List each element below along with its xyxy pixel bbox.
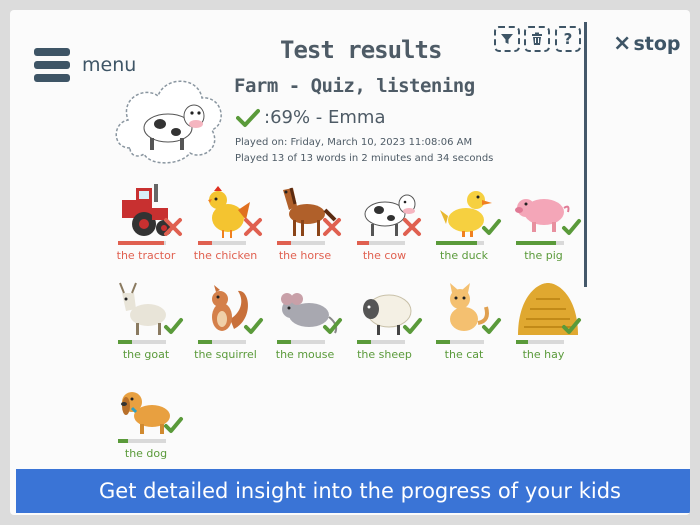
score-row: :69% - Emma <box>236 107 385 128</box>
delete-button[interactable] <box>524 26 550 52</box>
result-item: the cat <box>432 279 504 369</box>
result-item: the chicken <box>194 180 266 270</box>
checkmark-icon <box>482 318 501 334</box>
cow-icon <box>364 194 421 236</box>
cross-icon <box>402 218 421 236</box>
mouse-icon <box>281 293 342 334</box>
result-word: the cat <box>444 348 484 361</box>
result-item: the sheep <box>353 279 425 369</box>
result-word: the mouse <box>275 348 335 361</box>
dog-icon <box>121 392 183 434</box>
result-item: the goat <box>114 279 186 369</box>
result-word: the cow <box>362 249 407 262</box>
page-title: Test results <box>280 36 442 64</box>
result-word: the sheep <box>357 348 412 361</box>
duck-icon <box>440 191 501 237</box>
played-on: Played on: Friday, March 10, 2023 11:08:… <box>235 137 473 148</box>
score-bar <box>197 340 246 344</box>
score-bar <box>197 241 246 245</box>
goat-icon <box>119 282 183 335</box>
cat-icon <box>450 283 501 334</box>
filter-icon <box>501 34 513 44</box>
result-word: the goat <box>122 348 170 361</box>
result-word: the pig <box>524 249 563 262</box>
result-word: the chicken <box>193 249 258 262</box>
result-item: the cow <box>353 180 425 270</box>
cross-icon <box>323 218 341 236</box>
played-count: Played 13 of 13 words in 2 minutes and 3… <box>235 153 494 164</box>
checkmark-icon <box>561 219 581 235</box>
score-bar <box>436 340 484 344</box>
score-bar <box>356 241 405 245</box>
checkmark-icon <box>243 318 263 334</box>
result-item: the dog <box>114 378 186 468</box>
close-icon: × <box>613 31 632 56</box>
results-screen: menu Test results ? × stop Farm - Quiz, … <box>10 10 690 515</box>
score-bar <box>436 241 484 245</box>
checkmark-icon <box>164 417 183 433</box>
cow-icon <box>115 80 222 164</box>
checkmark-icon <box>236 108 260 127</box>
result-word: the duck <box>440 249 488 262</box>
score-text: :69% - Emma <box>264 107 386 128</box>
score-bar <box>118 340 166 344</box>
score-bar <box>356 340 405 344</box>
filter-button[interactable] <box>494 26 520 52</box>
checkmark-icon <box>402 318 422 334</box>
score-bar <box>118 241 166 245</box>
score-bar <box>118 439 166 443</box>
result-word: the hay <box>522 348 565 361</box>
squirrel-icon <box>211 285 263 334</box>
checkmark-icon <box>482 219 501 235</box>
horse-icon <box>283 187 341 236</box>
hamburger-icon <box>34 48 70 82</box>
result-item: the duck <box>432 180 504 270</box>
result-word: the tractor <box>116 249 176 262</box>
help-icon: ? <box>563 30 573 48</box>
score-bar <box>277 340 325 344</box>
result-item: the hay <box>512 279 584 369</box>
help-button[interactable]: ? <box>555 26 581 52</box>
stop-label: stop <box>633 32 681 55</box>
hay-icon <box>517 283 581 335</box>
score-bar <box>515 241 564 245</box>
checkmark-icon <box>164 318 183 334</box>
tractor-icon <box>122 184 182 236</box>
score-bar <box>277 241 325 245</box>
result-item: the squirrel <box>194 279 266 369</box>
cross-icon <box>243 218 262 236</box>
chicken-icon <box>207 186 262 238</box>
result-item: the mouse <box>273 279 345 369</box>
quiz-title: Farm - Quiz, listening <box>234 75 475 97</box>
result-word: the horse <box>278 249 332 262</box>
sheep-icon <box>362 294 422 335</box>
score-bar <box>515 340 564 344</box>
trash-icon <box>532 32 542 45</box>
divider <box>584 22 587 287</box>
result-word: the squirrel <box>194 348 257 361</box>
result-item: the pig <box>512 180 584 270</box>
result-word: the dog <box>124 447 168 460</box>
promo-banner: Get detailed insight into the progress o… <box>16 469 690 513</box>
result-item: the horse <box>273 180 345 270</box>
stop-button[interactable]: × stop <box>613 31 680 56</box>
result-item: the tractor <box>114 180 186 270</box>
pig-icon <box>514 199 581 235</box>
